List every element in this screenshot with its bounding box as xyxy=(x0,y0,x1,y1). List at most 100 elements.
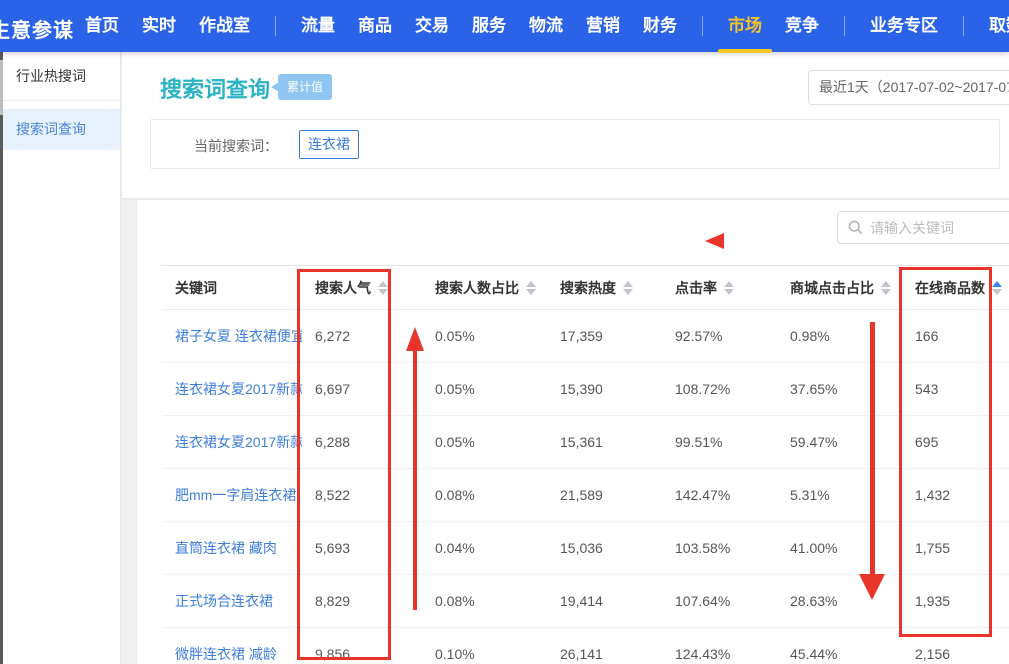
keyword-link[interactable]: 连衣裙女夏2017新款... xyxy=(162,432,302,452)
table-cell: 107.64% xyxy=(662,593,777,609)
table-cell: 695 xyxy=(902,434,1009,450)
nav-item-17[interactable]: 取数 xyxy=(989,0,1009,52)
sidebar-item-1[interactable]: 搜索词查询 xyxy=(0,109,120,150)
table-cell: 0.08% xyxy=(422,593,547,609)
table-section: 关键词搜索人气 搜索人数占比 搜索热度点击率 商城点击占比 在线商品数裙子女夏 连衣裙便… xyxy=(137,200,1009,664)
column-header-label: 搜索人气 xyxy=(315,278,371,298)
table-cell: 108.72% xyxy=(662,381,777,397)
table-cell: 6,697 xyxy=(302,381,422,397)
sort-icon[interactable] xyxy=(724,281,734,295)
nav-item-10[interactable]: 财务 xyxy=(643,0,677,52)
table-cell: 17,359 xyxy=(547,328,662,344)
column-header-label: 商城点击占比 xyxy=(790,278,874,298)
sort-icon[interactable] xyxy=(623,281,633,295)
nav-divider xyxy=(963,16,964,36)
table-cell: 21,589 xyxy=(547,487,662,503)
date-range-selector[interactable]: 最近1天（2017-07-02~2017-07-02 xyxy=(808,70,1009,105)
table-cell: 0.08% xyxy=(422,487,547,503)
keyword-link[interactable]: 裙子女夏 连衣裙便宜5... xyxy=(162,326,302,346)
column-header-1: 搜索人气 xyxy=(302,278,422,298)
table-cell: 142.47% xyxy=(662,487,777,503)
keyword-link[interactable]: 正式场合连衣裙 xyxy=(162,591,302,611)
table-row: 微胖连衣裙 减龄9,8560.10%26,141124.43%45.44%2,1… xyxy=(162,628,1009,664)
app-logo: 生意参谋 xyxy=(0,14,74,43)
badge-label: 累计值 xyxy=(287,80,323,94)
table-cell: 166 xyxy=(902,328,1009,344)
keyword-link[interactable]: 肥mm一字肩连衣裙 xyxy=(162,485,302,505)
table-row: 直筒连衣裙 藏肉5,6930.04%15,036103.58%41.00%1,7… xyxy=(162,522,1009,575)
table-cell: 1,935 xyxy=(902,593,1009,609)
search-terms-table: 关键词搜索人气 搜索人数占比 搜索热度点击率 商城点击占比 在线商品数裙子女夏 连衣裙便… xyxy=(162,265,1009,664)
nav-item-6[interactable]: 交易 xyxy=(415,0,449,52)
table-cell: 92.57% xyxy=(662,328,777,344)
nav-item-5[interactable]: 商品 xyxy=(358,0,392,52)
table-cell: 15,036 xyxy=(547,540,662,556)
nav-item-8[interactable]: 物流 xyxy=(529,0,563,52)
search-icon xyxy=(848,220,863,235)
table-cell: 543 xyxy=(902,381,1009,397)
nav-item-15[interactable]: 业务专区 xyxy=(870,0,938,52)
keyword-search-box[interactable] xyxy=(837,211,1009,244)
column-header-4: 点击率 xyxy=(662,278,777,298)
table-cell: 0.05% xyxy=(422,381,547,397)
nav-divider xyxy=(844,16,845,36)
cumulative-value-badge: 累计值 xyxy=(278,74,332,100)
nav-divider xyxy=(275,16,276,36)
keyword-link[interactable]: 微胖连衣裙 减龄 xyxy=(162,644,302,664)
nav-item-1[interactable]: 实时 xyxy=(142,0,176,52)
column-header-5: 商城点击占比 xyxy=(777,278,902,298)
table-cell: 28.63% xyxy=(777,593,902,609)
table-row: 正式场合连衣裙8,8290.08%19,414107.64%28.63%1,93… xyxy=(162,575,1009,628)
column-header-label: 点击率 xyxy=(675,278,717,298)
nav-item-7[interactable]: 服务 xyxy=(472,0,506,52)
nav-item-4[interactable]: 流量 xyxy=(301,0,335,52)
column-header-2: 搜索人数占比 xyxy=(422,278,547,298)
table-cell: 99.51% xyxy=(662,434,777,450)
nav-menu: 首页实时作战室流量商品交易服务物流营销财务市场竞争业务专区取数 xyxy=(85,0,1009,52)
column-header-0: 关键词 xyxy=(162,278,302,298)
sort-icon[interactable] xyxy=(992,281,1002,295)
sort-icon[interactable] xyxy=(526,281,536,295)
table-cell: 103.58% xyxy=(662,540,777,556)
search-term-tag[interactable]: 连衣裙 xyxy=(299,130,359,159)
nav-item-12[interactable]: 市场 xyxy=(728,0,762,52)
table-cell: 15,390 xyxy=(547,381,662,397)
nav-item-9[interactable]: 营销 xyxy=(586,0,620,52)
keyword-link[interactable]: 直筒连衣裙 藏肉 xyxy=(162,538,302,558)
nav-item-13[interactable]: 竞争 xyxy=(785,0,819,52)
table-cell: 2,156 xyxy=(902,646,1009,662)
table-header-row: 关键词搜索人气 搜索人数占比 搜索热度点击率 商城点击占比 在线商品数 xyxy=(162,265,1009,310)
table-cell: 26,141 xyxy=(547,646,662,662)
keyword-search-input[interactable] xyxy=(870,220,1009,236)
column-header-6: 在线商品数 xyxy=(902,278,1009,298)
sort-icon[interactable] xyxy=(881,281,891,295)
table-cell: 9,856 xyxy=(302,646,422,662)
table-cell: 5.31% xyxy=(777,487,902,503)
sort-icon[interactable] xyxy=(378,281,388,295)
left-scrollbar[interactable] xyxy=(0,52,3,664)
table-cell: 8,829 xyxy=(302,593,422,609)
table-cell: 124.43% xyxy=(662,646,777,662)
sidebar-item-0[interactable]: 行业热搜词 xyxy=(0,52,120,101)
nav-item-0[interactable]: 首页 xyxy=(85,0,119,52)
table-cell: 59.47% xyxy=(777,434,902,450)
table-cell: 0.05% xyxy=(422,434,547,450)
scrollbar-thumb[interactable] xyxy=(0,60,3,115)
page-title: 搜索词查询 xyxy=(160,72,270,104)
header-section: 搜索词查询 累计值 最近1天（2017-07-02~2017-07-02 当前搜… xyxy=(122,52,1009,198)
column-header-3: 搜索热度 xyxy=(547,278,662,298)
table-row: 连衣裙女夏2017新款...6,6970.05%15,390108.72%37.… xyxy=(162,363,1009,416)
keyword-link[interactable]: 连衣裙女夏2017新款... xyxy=(162,379,302,399)
nav-item-2[interactable]: 作战室 xyxy=(199,0,250,52)
table-cell: 8,522 xyxy=(302,487,422,503)
table-row: 连衣裙女夏2017新款...6,2880.05%15,36199.51%59.4… xyxy=(162,416,1009,469)
column-header-label: 搜索人数占比 xyxy=(435,278,519,298)
table-cell: 45.44% xyxy=(777,646,902,662)
table-cell: 19,414 xyxy=(547,593,662,609)
current-search-term-label: 当前搜索词： xyxy=(194,136,278,156)
table-cell: 0.10% xyxy=(422,646,547,662)
table-cell: 0.05% xyxy=(422,328,547,344)
badge-tail-icon xyxy=(271,82,279,92)
sidebar: 行业热搜词搜索词查询 xyxy=(0,52,121,664)
table-cell: 37.65% xyxy=(777,381,902,397)
